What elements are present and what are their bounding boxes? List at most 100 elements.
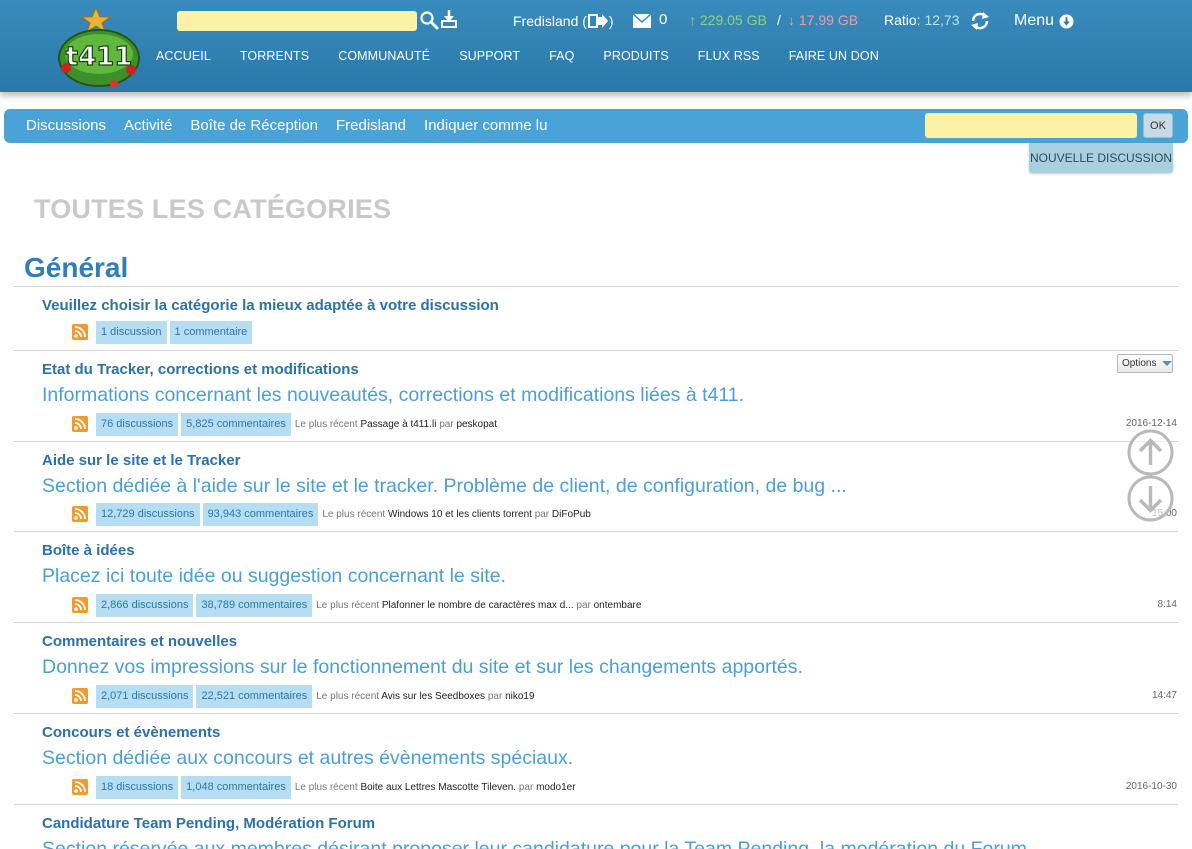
latest-post-title[interactable]: Avis sur les Seedboxes <box>381 691 485 702</box>
mail-icon[interactable] <box>633 14 651 28</box>
by-label: par <box>439 418 454 430</box>
category-item: Candidature Team Pending, Modération For… <box>14 804 1178 849</box>
subnav-discussions[interactable]: Discussions <box>26 117 106 134</box>
latest-post-title[interactable]: Plafonner le nombre de caractères max d.… <box>382 600 574 611</box>
new-discussion-button[interactable]: NOUVELLE DISCUSSION <box>1029 143 1173 173</box>
subnav-mark-read[interactable]: Indiquer comme lu <box>424 117 547 134</box>
rss-icon[interactable] <box>72 779 88 795</box>
chevron-down-icon <box>1162 361 1173 366</box>
forum-search-input[interactable] <box>925 113 1137 138</box>
category-title[interactable]: Commentaires et nouvelles <box>42 633 237 650</box>
rss-icon[interactable] <box>72 597 88 613</box>
category-title[interactable]: Veuillez choisir la catégorie la mieux a… <box>42 297 499 314</box>
latest-post: Le plus récent Passage à t411.li par pes… <box>295 419 497 430</box>
latest-post-title[interactable]: Windows 10 et les clients torrent <box>388 509 532 520</box>
latest-post-author[interactable]: niko19 <box>505 691 534 702</box>
username-link[interactable]: Fredisland ( <box>513 13 587 29</box>
category-title[interactable]: Candidature Team Pending, Modération For… <box>42 815 375 832</box>
latest-label: Le plus récent <box>294 781 358 793</box>
nav-flux-rss[interactable]: FLUX RSS <box>698 49 760 63</box>
subnav-inbox[interactable]: Boîte de Réception <box>190 117 318 134</box>
latest-post: Le plus récent Avis sur les Seedboxes pa… <box>316 691 534 702</box>
latest-post-title[interactable]: Boite aux Lettres Mascotte Tileven. <box>360 782 516 793</box>
latest-label: Le plus récent <box>294 418 358 430</box>
download-stat: ↓ 17.99 GB <box>788 12 859 28</box>
nav-produits[interactable]: PRODUITS <box>603 49 668 63</box>
category-description: Section dédiée aux concours et autres év… <box>42 747 574 769</box>
latest-post-date: 14:47 <box>1151 690 1177 701</box>
forum-search-ok-button[interactable]: OK <box>1143 113 1173 138</box>
group-title: Général <box>24 252 129 283</box>
arrow-down-circle-icon <box>1059 13 1074 29</box>
category-meta: 12,729 discussions 93,943 commentaires L… <box>72 502 591 526</box>
options-dropdown[interactable]: Options <box>1117 354 1173 373</box>
t411-logo[interactable]: t411 <box>56 8 142 90</box>
nav-communaute[interactable]: COMMUNAUTÉ <box>338 49 430 63</box>
ratio: Ratio: 12,73 <box>884 12 960 28</box>
rss-icon[interactable] <box>72 506 88 522</box>
category-description: Section dédiée à l'aide sur le site et l… <box>42 475 847 497</box>
category-title[interactable]: Etat du Tracker, corrections et modifica… <box>42 361 359 378</box>
category-meta: 76 discussions 5,825 commentaires Le plu… <box>72 412 497 436</box>
logo-text: t411 <box>66 42 133 72</box>
rss-icon[interactable] <box>72 688 88 704</box>
nav-torrents[interactable]: TORRENTS <box>240 49 309 63</box>
by-label: par <box>576 599 591 611</box>
by-label: par <box>534 508 550 520</box>
latest-post-date: 2016-12-14 <box>1125 418 1177 429</box>
category-meta: 2,071 discussions 22,521 commentaires Le… <box>72 684 535 708</box>
latest-post-author[interactable]: DiFoPub <box>552 509 591 520</box>
latest-post-author[interactable]: ontembare <box>594 600 642 611</box>
comment-count-badge: 93,943 commentaires <box>202 502 319 526</box>
download-icon[interactable] <box>440 9 458 29</box>
refresh-icon[interactable] <box>970 11 990 31</box>
scroll-to-top-icon[interactable] <box>1127 429 1174 476</box>
latest-post-author[interactable]: modo1er <box>536 782 575 793</box>
latest-post-date: 2016-10-30 <box>1125 781 1177 792</box>
by-label: par <box>518 781 534 793</box>
category-title[interactable]: Aide sur le site et le Tracker <box>42 452 240 469</box>
discussion-count-badge: 18 discussions <box>96 775 179 799</box>
category-description: Section réservée aux membres désirant pr… <box>42 838 1027 849</box>
latest-post-title[interactable]: Passage à t411.li <box>360 419 436 430</box>
category-title[interactable]: Concours et évènements <box>42 724 220 741</box>
rss-icon[interactable] <box>72 416 88 432</box>
category-list: Veuillez choisir la catégorie la mieux a… <box>14 286 1178 849</box>
category-item: Concours et évènements Section dédiée au… <box>14 713 1178 804</box>
nav-faire-un-don[interactable]: FAIRE UN DON <box>789 49 879 63</box>
subnav-activite[interactable]: Activité <box>124 117 172 134</box>
category-title[interactable]: Boîte à idées <box>42 542 135 559</box>
forum-subnav: Discussions Activité Boîte de Réception … <box>4 109 1188 143</box>
category-description: Donnez vos impressions sur le fonctionne… <box>42 656 803 678</box>
discussion-count-badge: 76 discussions <box>96 412 179 436</box>
comment-count-badge: 22,521 commentaires <box>196 684 313 708</box>
discussion-count-badge: 2,866 discussions <box>96 593 194 617</box>
page-title: TOUTES LES CATÉGORIES <box>34 194 392 224</box>
header-search-input[interactable] <box>177 11 417 31</box>
latest-label: Le plus récent <box>316 690 380 702</box>
latest-label: Le plus récent <box>316 599 380 611</box>
category-description: Placez ici toute idée ou suggestion conc… <box>42 565 506 587</box>
nav-support[interactable]: SUPPORT <box>459 49 520 63</box>
latest-post-author[interactable]: peskopat <box>456 419 497 430</box>
logout-icon[interactable] <box>587 13 608 29</box>
user-area: Fredisland ( ) <box>513 11 614 31</box>
category-description: Informations concernant les nouveautés, … <box>42 384 745 406</box>
rss-icon[interactable] <box>72 324 88 340</box>
latest-post-date: 8:14 <box>1157 599 1177 610</box>
category-item: Boîte à idées Placez ici toute idée ou s… <box>14 531 1178 622</box>
comment-count-badge: 1 commentaire <box>169 320 253 344</box>
messages-count[interactable]: 0 <box>659 11 667 28</box>
scroll-to-bottom-icon[interactable] <box>1127 475 1174 522</box>
options-label: Options <box>1122 358 1157 369</box>
nav-accueil[interactable]: ACCUEIL <box>156 49 211 63</box>
ratio-value: 12,73 <box>924 12 960 28</box>
menu-button[interactable]: Menu <box>1014 12 1074 30</box>
subnav-profile[interactable]: Fredisland <box>336 117 406 134</box>
nav-faq[interactable]: FAQ <box>549 49 574 63</box>
category-item: Aide sur le site et le Tracker Section d… <box>14 441 1178 531</box>
by-label: par <box>487 690 503 702</box>
upload-stat: ↑ 229.05 GB <box>689 12 767 28</box>
search-icon[interactable] <box>419 10 439 30</box>
latest-post: Le plus récent Windows 10 et les clients… <box>322 509 590 520</box>
